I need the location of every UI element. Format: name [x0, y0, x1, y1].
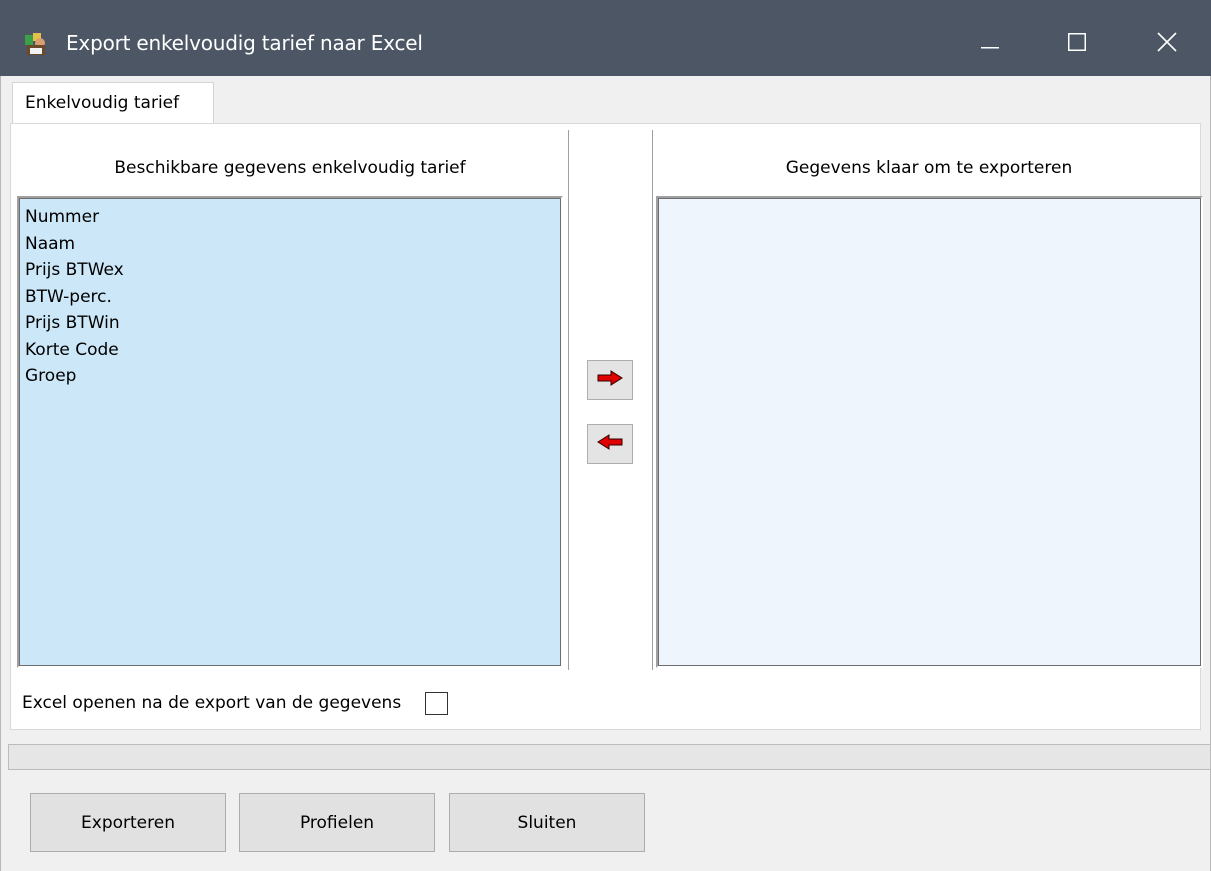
maximize-button[interactable] — [1044, 20, 1110, 68]
open-excel-checkbox[interactable] — [425, 691, 449, 715]
profiles-button[interactable]: Profielen — [239, 793, 435, 852]
red-arrow-right-icon — [597, 369, 623, 391]
list-item[interactable]: Prijs BTWin — [25, 310, 557, 337]
list-item[interactable]: Naam — [25, 231, 557, 258]
open-excel-label: Excel openen na de export van de gegeven… — [22, 693, 402, 713]
open-excel-option[interactable]: Excel openen na de export van de gegeven… — [22, 688, 449, 718]
list-item[interactable]: Prijs BTWex — [25, 257, 557, 284]
list-item[interactable]: BTW-perc. — [25, 284, 557, 311]
maximize-icon — [1068, 32, 1086, 56]
tab-enkelvoudig-tarief[interactable]: Enkelvoudig tarief — [12, 82, 214, 124]
divider-right — [652, 130, 653, 670]
minimize-icon — [981, 34, 999, 54]
progress-bar — [8, 744, 1211, 770]
available-fields-header: Beschikbare gegevens enkelvoudig tarief — [114, 158, 466, 178]
red-arrow-left-icon — [597, 433, 623, 455]
close-window-button[interactable] — [1134, 20, 1200, 68]
add-field-button[interactable] — [587, 360, 633, 400]
close-icon — [1157, 31, 1177, 57]
close-button[interactable]: Sluiten — [449, 793, 645, 852]
list-item[interactable]: Korte Code — [25, 337, 557, 364]
list-item[interactable]: Groep — [25, 363, 557, 390]
remove-field-button[interactable] — [587, 424, 633, 464]
export-fields-list[interactable] — [656, 196, 1203, 668]
title-bar[interactable]: Export enkelvoudig tarief naar Excel — [0, 0, 1211, 76]
app-icon — [24, 31, 48, 57]
export-fields-header: Gegevens klaar om te exporteren — [785, 158, 1073, 178]
available-fields-list[interactable]: Nummer Naam Prijs BTWex BTW-perc. Prijs … — [17, 196, 563, 668]
list-item[interactable]: Nummer — [25, 204, 557, 231]
window-title: Export enkelvoudig tarief naar Excel — [66, 31, 423, 55]
divider-left — [568, 130, 569, 670]
export-button[interactable]: Exporteren — [30, 793, 226, 852]
minimize-button[interactable] — [957, 20, 1023, 68]
